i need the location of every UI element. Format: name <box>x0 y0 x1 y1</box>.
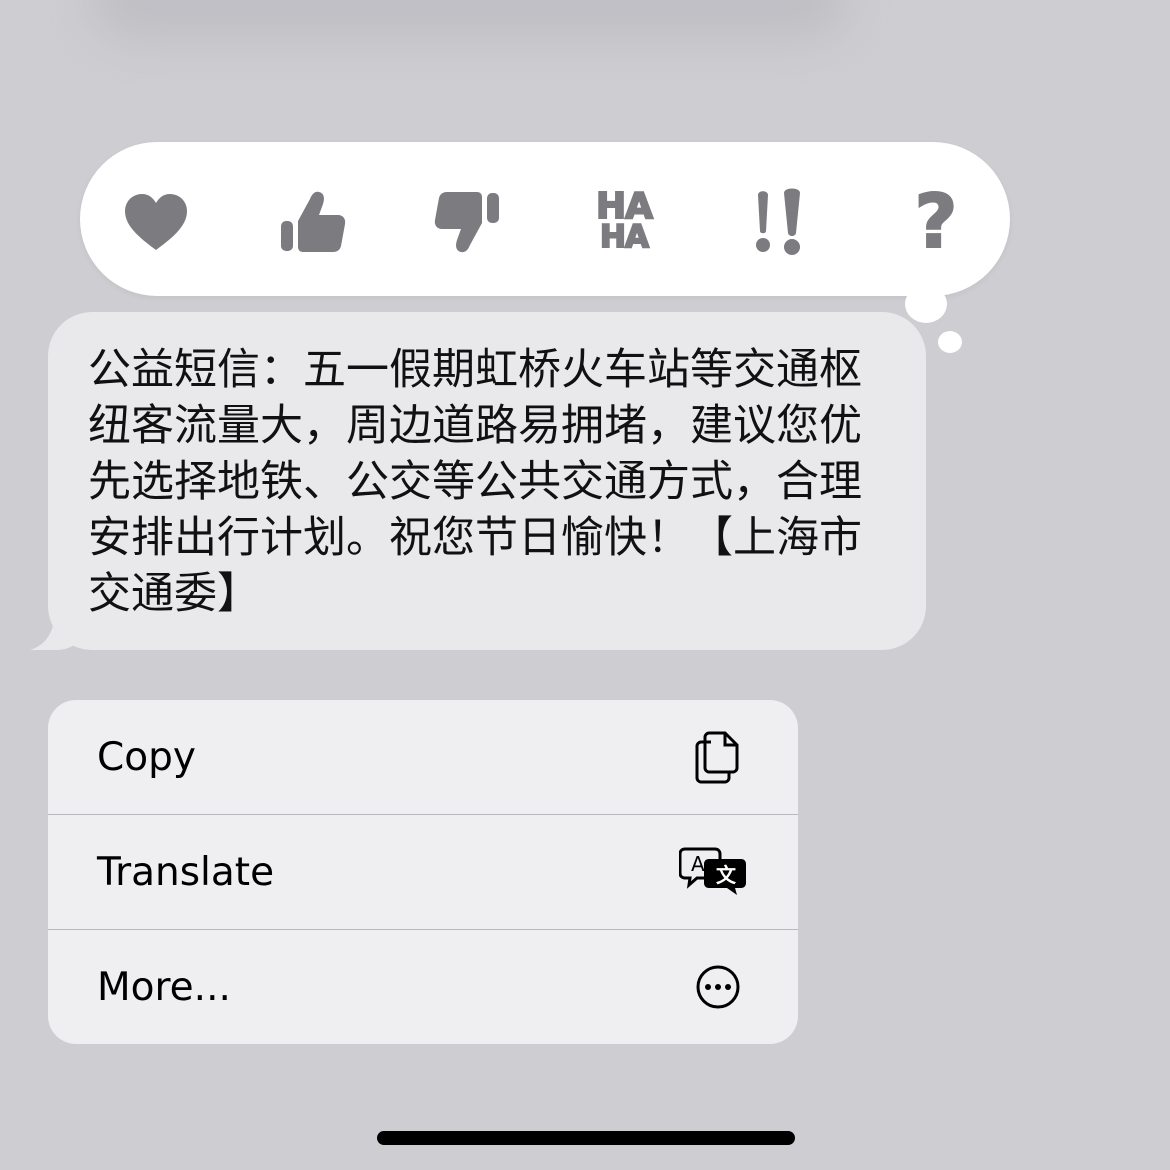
haha-icon: HA HA <box>595 186 654 255</box>
home-indicator[interactable] <box>377 1131 795 1145</box>
tapback-bar-tail-dot <box>905 285 947 323</box>
tapback-emphasize[interactable] <box>740 182 820 262</box>
translate-menu-item[interactable]: Translate A 文 <box>48 815 798 929</box>
translate-label: Translate <box>97 849 275 895</box>
thumbs-down-icon <box>434 192 499 253</box>
double-exclamation-icon <box>756 188 800 255</box>
question-mark-icon: ? <box>914 179 959 265</box>
more-menu-item[interactable]: More... <box>48 930 798 1044</box>
svg-text:文: 文 <box>716 863 737 887</box>
haha-line-2: HA <box>599 219 650 255</box>
message-text: 公益短信：五一假期虹桥火车站等交通枢纽客流量大，周边道路易拥堵，建议您优先选择地… <box>88 345 862 619</box>
tapback-question[interactable]: ? <box>896 179 976 265</box>
translate-icon: A 文 <box>678 842 748 902</box>
svg-text:A: A <box>691 852 705 876</box>
tapback-haha[interactable]: HA HA <box>584 182 664 262</box>
copy-label: Copy <box>97 734 196 780</box>
tapback-bar-tail-dot-small <box>938 331 962 353</box>
heart-icon <box>125 194 187 250</box>
tapback-thumbs-up[interactable] <box>272 182 352 262</box>
more-label: More... <box>97 964 231 1010</box>
haha-line-1: HA <box>595 186 654 227</box>
more-icon <box>688 957 748 1017</box>
thumbs-up-icon <box>281 191 346 252</box>
tapback-heart[interactable] <box>116 182 196 262</box>
tapback-thumbs-down[interactable] <box>428 182 508 262</box>
context-menu: Copy Translate A 文 More... <box>48 700 798 1044</box>
copy-menu-item[interactable]: Copy <box>48 700 798 814</box>
copy-icon <box>688 727 748 787</box>
tapback-bar <box>80 142 1010 296</box>
blurred-background-content <box>90 0 850 40</box>
